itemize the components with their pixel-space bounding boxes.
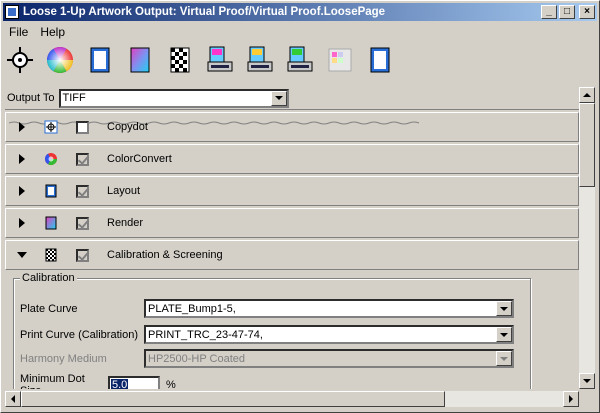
output-printer-3-icon[interactable]	[285, 43, 315, 77]
horizontal-scrollbar[interactable]	[5, 391, 579, 407]
collapse-arrow-icon[interactable]	[16, 252, 28, 258]
section-render[interactable]: Render	[5, 208, 579, 238]
maximize-button[interactable]: □	[559, 5, 575, 19]
section-label: Copydot	[107, 121, 148, 133]
min-dot-unit: %	[166, 379, 176, 389]
min-dot-row: Minimum Dot Size 5.0 %	[20, 373, 524, 389]
copydot-checkbox[interactable]	[76, 120, 89, 134]
section-calibration-screening[interactable]: Calibration & Screening	[5, 240, 579, 270]
layout-icon	[45, 184, 57, 198]
plate-curve-select[interactable]: PLATE_Bump1-5,	[144, 299, 514, 318]
expand-arrow-icon[interactable]	[16, 186, 28, 196]
section-label: Render	[107, 217, 144, 229]
group-title: Calibration	[20, 272, 77, 284]
chevron-down-icon[interactable]	[496, 301, 512, 316]
minimize-button[interactable]: _	[541, 5, 557, 19]
output-to-row: Output To TIFF	[5, 87, 595, 109]
vertical-scroll-thumb[interactable]	[579, 103, 595, 187]
layout-page-icon[interactable]	[85, 43, 115, 77]
section-label: Layout	[107, 185, 141, 197]
chevron-down-icon	[496, 351, 512, 366]
output-to-value: TIFF	[62, 92, 86, 104]
screening-checker-icon[interactable]	[165, 43, 195, 77]
calibration-group: Calibration Plate Curve PLATE_Bump1-5, P…	[13, 272, 531, 389]
section-copydot[interactable]: Copydot	[5, 112, 579, 142]
menu-bar: File Help	[3, 23, 71, 41]
harmony-medium-value: HP2500-HP Coated	[148, 352, 246, 365]
calibration-panel: Calibration Plate Curve PLATE_Bump1-5, P…	[5, 270, 579, 389]
horizontal-scroll-thumb[interactable]	[21, 391, 445, 407]
harmony-medium-select: HP2500-HP Coated	[144, 349, 514, 368]
scroll-left-icon[interactable]	[5, 391, 21, 407]
print-curve-value: PRINT_TRC_23-47-74,	[148, 328, 263, 341]
colorconvert-checkbox[interactable]	[76, 152, 89, 166]
output-to-select[interactable]: TIFF	[58, 88, 289, 108]
render-gradient-icon[interactable]	[125, 43, 155, 77]
harmony-medium-label: Harmony Medium	[20, 352, 107, 365]
settings-panel: Copydot ColorConvert Layout Render Calib…	[5, 109, 579, 389]
close-button[interactable]: ×	[579, 5, 595, 19]
screening-icon	[45, 248, 57, 262]
window-title: Loose 1-Up Artwork Output: Virtual Proof…	[23, 6, 386, 18]
app-icon	[5, 5, 19, 19]
vertical-scrollbar[interactable]	[579, 87, 595, 389]
section-label: Calibration & Screening	[107, 249, 223, 261]
section-colorconvert[interactable]: ColorConvert	[5, 144, 579, 174]
color-wheel-icon[interactable]	[45, 43, 75, 77]
page-blue-icon[interactable]	[365, 43, 395, 77]
render-checkbox[interactable]	[76, 216, 89, 230]
plate-curve-label: Plate Curve	[20, 302, 78, 315]
expand-arrow-icon[interactable]	[16, 154, 28, 164]
proof-disabled-icon	[325, 43, 355, 77]
section-layout[interactable]: Layout	[5, 176, 579, 206]
expand-arrow-icon[interactable]	[16, 122, 28, 132]
copydot-icon	[44, 120, 58, 134]
copydot-target-icon[interactable]	[5, 43, 35, 77]
colorconvert-icon	[44, 153, 57, 166]
output-printer-2-icon[interactable]	[245, 43, 275, 77]
print-curve-label: Print Curve (Calibration)	[20, 328, 138, 341]
harmony-medium-row: Harmony Medium HP2500-HP Coated	[20, 349, 524, 368]
render-icon	[45, 216, 57, 230]
scroll-down-icon[interactable]	[579, 373, 595, 389]
section-label: ColorConvert	[107, 153, 172, 165]
plate-curve-value: PLATE_Bump1-5,	[148, 302, 236, 315]
plate-curve-row: Plate Curve PLATE_Bump1-5,	[20, 299, 524, 318]
min-dot-input[interactable]: 5.0	[108, 375, 160, 389]
scroll-corner	[579, 391, 595, 407]
toolbar	[5, 43, 597, 125]
calibration-checkbox[interactable]	[76, 248, 89, 262]
app-window: Loose 1-Up Artwork Output: Virtual Proof…	[0, 0, 600, 413]
print-curve-select[interactable]: PRINT_TRC_23-47-74,	[144, 325, 514, 344]
layout-checkbox[interactable]	[76, 184, 89, 198]
scroll-up-icon[interactable]	[579, 87, 595, 103]
output-to-label: Output To	[7, 92, 55, 104]
menu-file[interactable]: File	[3, 25, 34, 39]
min-dot-label: Minimum Dot Size	[20, 373, 85, 389]
chevron-down-icon[interactable]	[270, 90, 287, 106]
output-printer-1-icon[interactable]	[205, 43, 235, 77]
chevron-down-icon[interactable]	[496, 327, 512, 342]
menu-help[interactable]: Help	[34, 25, 71, 39]
min-dot-value: 5.0	[111, 379, 129, 389]
title-bar[interactable]: Loose 1-Up Artwork Output: Virtual Proof…	[3, 3, 597, 21]
scroll-right-icon[interactable]	[563, 391, 579, 407]
print-curve-row: Print Curve (Calibration) PRINT_TRC_23-4…	[20, 325, 524, 344]
expand-arrow-icon[interactable]	[16, 218, 28, 228]
